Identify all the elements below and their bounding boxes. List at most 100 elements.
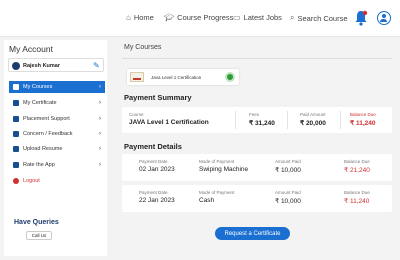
fees-value: ₹ 31,240 <box>249 120 275 127</box>
payment-mode-value: Cash <box>199 197 215 204</box>
balance-due-label: Balance Due <box>344 190 370 195</box>
briefcase-icon: ▭ <box>233 13 241 22</box>
divider <box>287 111 288 129</box>
balance-due-cell: Balance Due ₹ 21,240 <box>344 159 370 174</box>
amount-paid-cell: Amount Paid ₹ 10,000 <box>275 190 301 205</box>
user-profile-icon[interactable] <box>377 11 391 25</box>
balance-due-value: ₹ 11,240 <box>344 198 370 205</box>
certificate-thumbnail <box>130 72 144 82</box>
nav-search-course[interactable]: ⌕ Search Course <box>290 13 348 23</box>
sidebar-item-label: My Certificate <box>23 100 57 106</box>
table-row: Payment Date 02 Jan 2023 Mode of Payment… <box>122 154 392 181</box>
profile-card: Rajesh Kumar ✎ <box>8 58 104 72</box>
request-certificate-button[interactable]: Request a Certificate <box>215 227 290 240</box>
amount-paid-value: ₹ 10,000 <box>275 167 301 174</box>
course-cell: Course JAVA Level 1 Certification <box>129 112 209 126</box>
payment-date-label: Payment Date <box>139 190 168 195</box>
sidebar-item-my-certificate[interactable]: My Certificate › <box>9 97 105 109</box>
balance-due-value: ₹ 11,240 <box>350 120 376 127</box>
payment-mode-cell: Mode of Payment Cash <box>199 190 234 204</box>
payment-mode-label: Mode of Payment <box>199 159 235 164</box>
payment-date-cell: Payment Date 22 Jan 2023 <box>139 190 175 204</box>
payment-mode-value: Swiping Machine <box>199 166 249 173</box>
edit-profile-icon[interactable]: ✎ <box>93 61 100 70</box>
fees-cell: Fees ₹ 31,240 <box>249 112 275 127</box>
bell-icon[interactable] <box>354 10 368 26</box>
nav-home-label: Home <box>133 13 154 22</box>
star-icon <box>13 162 19 168</box>
top-navigation-bar: ⌂ Home 🎓︎ Course Progress ▭ Latest Jobs … <box>0 0 400 37</box>
paid-amount-label: Paid Amount <box>300 112 326 117</box>
payment-details-heading: Payment Details <box>124 142 182 151</box>
sidebar: My Account Rajesh Kumar ✎ My Courses › M… <box>4 40 107 256</box>
balance-due-label: Balance Due <box>350 112 376 117</box>
divider <box>122 58 392 59</box>
nav-search-course-label: Search Course <box>297 13 348 23</box>
balance-due-label: Balance Due <box>344 159 370 164</box>
nav-course-progress-label: Course Progress <box>177 13 234 22</box>
divider <box>235 111 236 129</box>
sidebar-item-label: My Courses <box>23 84 53 90</box>
course-label: Course <box>129 112 144 117</box>
request-certificate-label: Request a Certificate <box>224 230 281 237</box>
search-icon: ⌕ <box>290 13 295 22</box>
home-icon: ⌂ <box>126 13 131 22</box>
course-value: JAVA Level 1 Certification <box>129 119 209 126</box>
payment-date-value: 22 Jan 2023 <box>139 197 175 204</box>
badge-icon <box>225 72 235 82</box>
nav-latest-jobs[interactable]: ▭ Latest Jobs <box>233 13 282 22</box>
chevron-right-icon: › <box>99 130 101 137</box>
payment-date-value: 02 Jan 2023 <box>139 166 175 173</box>
amount-paid-cell: Amount Paid ₹ 10,000 <box>275 159 301 174</box>
balance-due-cell: Balance Due ₹ 11,240 <box>344 190 370 205</box>
certificate-icon <box>13 100 19 106</box>
sidebar-item-label: Concern / Feedback <box>23 131 73 137</box>
upload-icon <box>13 146 19 152</box>
divider <box>340 111 341 129</box>
balance-due-cell: Balance Due ₹ 11,240 <box>350 112 376 127</box>
chevron-right-icon: › <box>99 115 101 122</box>
logout-icon <box>13 178 19 184</box>
nav-course-progress[interactable]: 🎓︎ Course Progress <box>164 13 233 22</box>
sidebar-item-logout[interactable]: Logout <box>9 175 105 187</box>
table-row: Payment Date 22 Jan 2023 Mode of Payment… <box>122 185 392 212</box>
payment-date-cell: Payment Date 02 Jan 2023 <box>139 159 175 173</box>
paid-amount-value: ₹ 20,000 <box>300 120 326 127</box>
sidebar-item-rate-the-app[interactable]: Rate the App › <box>9 159 105 171</box>
payment-date-label: Payment Date <box>139 159 168 164</box>
sidebar-item-label: Placement Support <box>23 116 70 122</box>
call-us-label: Call Us <box>31 233 47 238</box>
sidebar-title: My Account <box>9 44 53 54</box>
graduation-cap-icon: 🎓︎ <box>164 13 175 22</box>
chevron-right-icon: › <box>99 83 101 90</box>
sidebar-item-label: Logout <box>23 178 40 184</box>
nav-home[interactable]: ⌂ Home <box>126 13 154 22</box>
certificate-card[interactable]: Java Level 1 Certification <box>127 69 239 85</box>
paid-amount-cell: Paid Amount ₹ 20,000 <box>300 112 326 127</box>
have-queries-heading: Have Queries <box>14 219 59 226</box>
breadcrumb: My Courses <box>124 44 162 51</box>
certificate-name: Java Level 1 Certification <box>151 74 202 80</box>
payment-mode-label: Mode of Payment <box>199 190 235 195</box>
profile-name: Rajesh Kumar <box>23 62 60 69</box>
sidebar-item-my-courses[interactable]: My Courses › <box>9 81 105 93</box>
chevron-right-icon: › <box>99 145 101 152</box>
payment-summary-card: Course JAVA Level 1 Certification Fees ₹… <box>122 107 392 133</box>
amount-paid-value: ₹ 10,000 <box>275 198 301 205</box>
trophy-icon <box>13 116 19 122</box>
call-us-button[interactable]: Call Us <box>26 231 52 240</box>
chevron-right-icon: › <box>99 99 101 106</box>
sidebar-item-concern-feedback[interactable]: Concern / Feedback › <box>9 128 105 140</box>
balance-due-value: ₹ 21,240 <box>344 167 370 174</box>
amount-paid-label: Amount Paid <box>275 159 301 164</box>
feedback-icon <box>13 131 19 137</box>
sidebar-item-label: Rate the App <box>23 162 55 168</box>
payment-summary-heading: Payment Summary <box>124 93 192 102</box>
sidebar-item-upload-resume[interactable]: Upload Resume › <box>9 143 105 155</box>
chevron-right-icon: › <box>99 161 101 168</box>
fees-label: Fees <box>249 112 260 117</box>
amount-paid-label: Amount Paid <box>275 190 301 195</box>
sidebar-item-label: Upload Resume <box>23 146 63 152</box>
sidebar-item-placement-support[interactable]: Placement Support › <box>9 113 105 125</box>
nav-latest-jobs-label: Latest Jobs <box>243 13 282 22</box>
